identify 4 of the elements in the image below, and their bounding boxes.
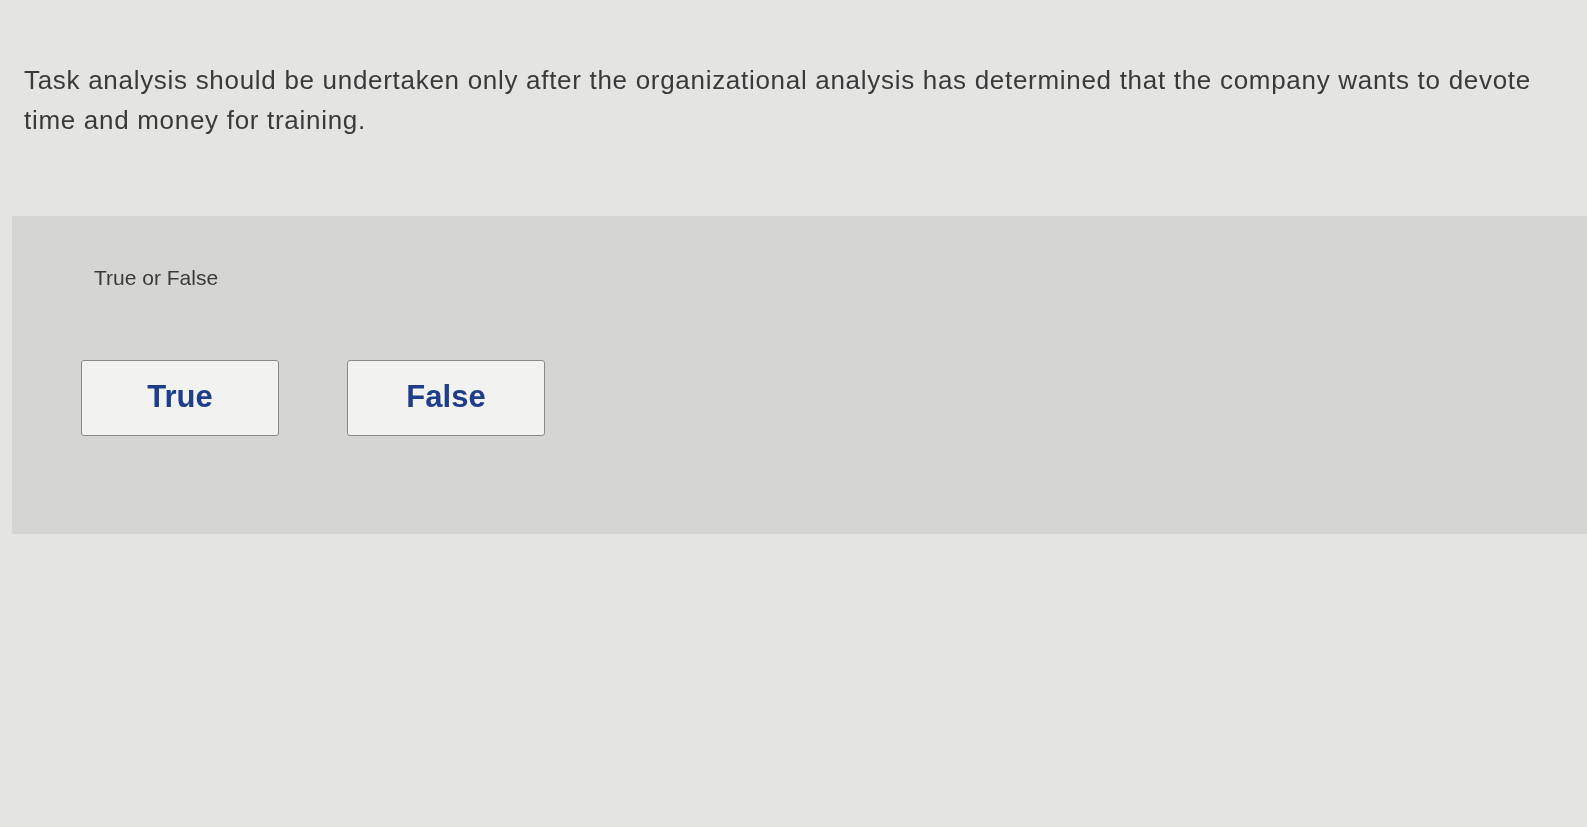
question-text: Task analysis should be undertaken only after the organizational analysis has determined that the company wants to devote time and money for training. (24, 64, 1532, 137)
prompt-text: True or False (94, 265, 219, 291)
answer-option[interactable]: True (81, 359, 279, 436)
answer-option[interactable]: False (347, 359, 545, 436)
